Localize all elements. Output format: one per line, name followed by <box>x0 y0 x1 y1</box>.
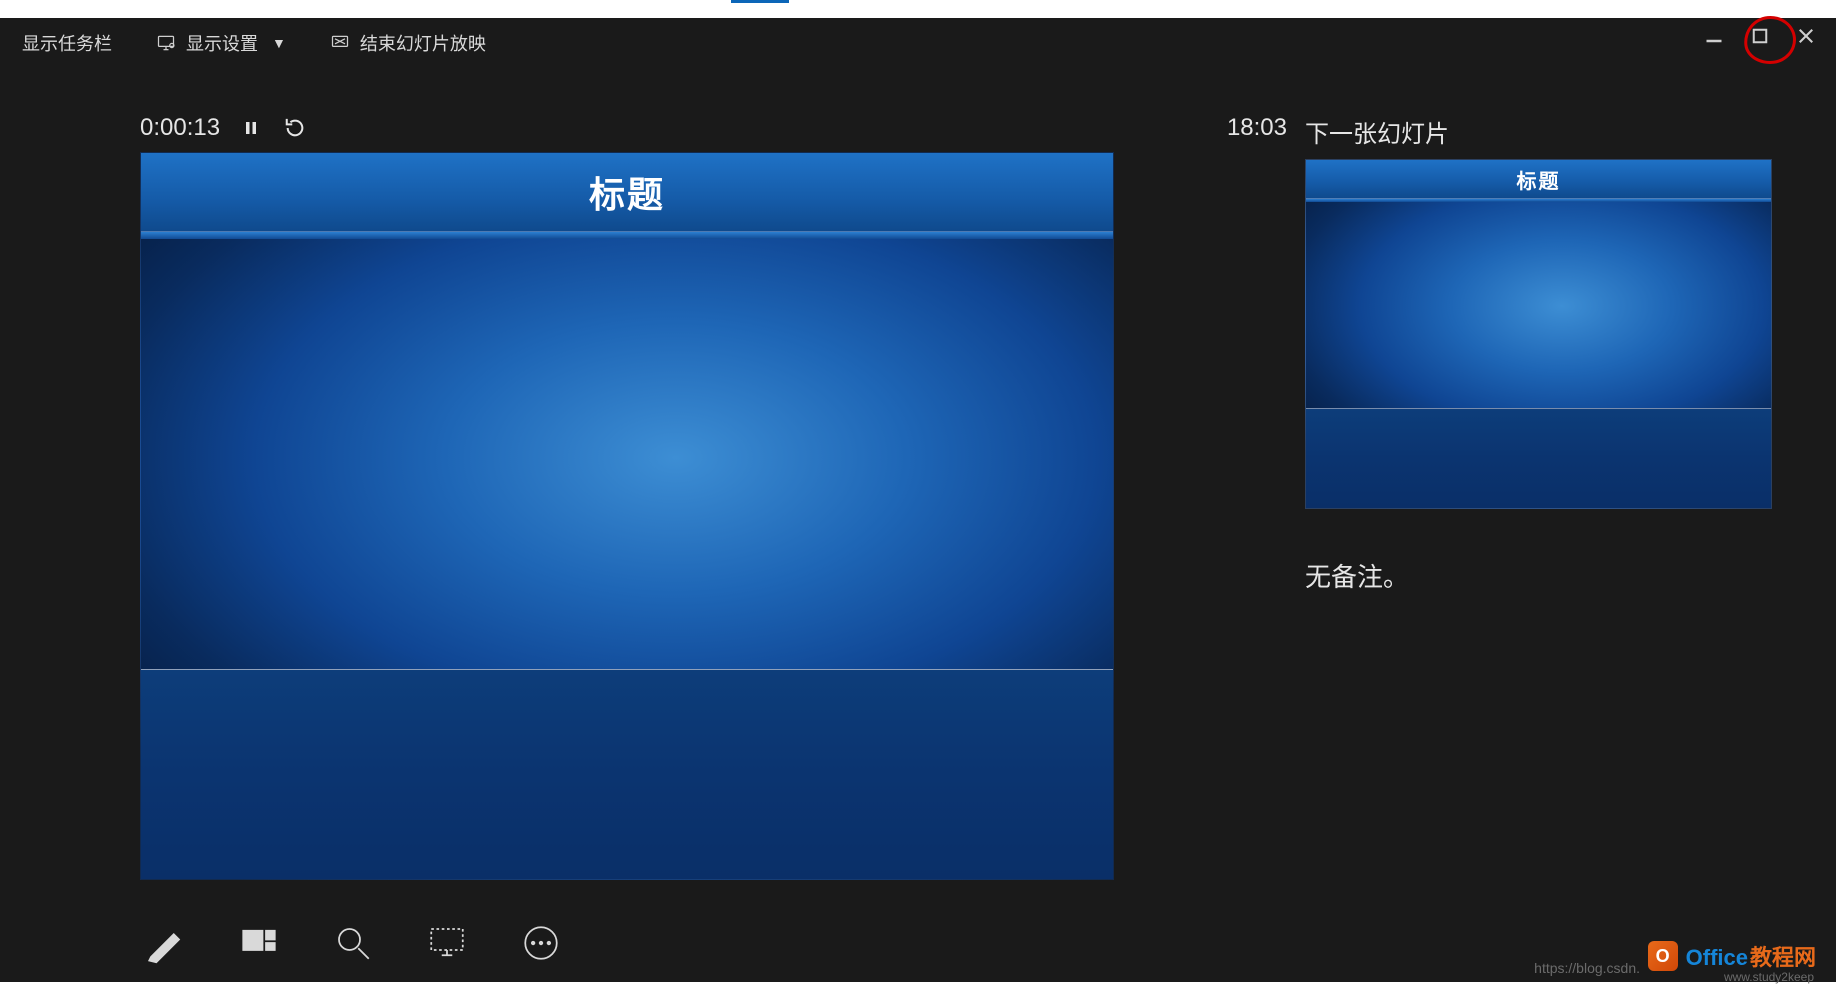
maximize-button[interactable] <box>1750 26 1770 46</box>
pause-icon <box>243 120 259 136</box>
show-taskbar-label: 显示任务栏 <box>22 30 112 56</box>
maximize-icon <box>1750 26 1770 46</box>
blog-url-fragment: https://blog.csdn. <box>1534 960 1640 976</box>
elapsed-time: 0:00:13 <box>140 114 220 142</box>
slide-body <box>141 239 1113 879</box>
presenter-tools <box>140 918 566 968</box>
display-settings-button[interactable]: 显示设置 ▼ <box>134 30 308 56</box>
end-show-icon <box>330 33 350 53</box>
restart-button[interactable] <box>282 115 308 141</box>
thumb-divider <box>1306 198 1771 202</box>
slide-grid-icon <box>238 922 280 964</box>
slide-divider <box>141 231 1113 239</box>
blackout-icon <box>426 922 468 964</box>
office-logo-icon: O <box>1648 941 1678 971</box>
display-settings-label: 显示设置 <box>186 30 258 56</box>
next-slide-label: 下一张幻灯片 <box>1305 114 1792 149</box>
end-slideshow-button[interactable]: 结束幻灯片放映 <box>308 30 508 56</box>
zoom-icon <box>332 922 374 964</box>
see-all-slides-button[interactable] <box>234 918 284 968</box>
browser-top-bar <box>0 0 1836 18</box>
current-slide[interactable]: 标题 <box>140 152 1114 880</box>
notes-text: 无备注。 <box>1305 557 1792 594</box>
pause-button[interactable] <box>238 115 264 141</box>
watermark: O Office教程网 <box>1648 940 1816 972</box>
chevron-down-icon: ▼ <box>272 35 286 51</box>
monitor-icon <box>156 33 176 53</box>
restart-icon <box>284 117 306 139</box>
presenter-view-app: 显示任务栏 显示设置 ▼ 结束幻灯片放映 0:00:13 <box>0 18 1836 982</box>
slide-lower-band <box>141 669 1113 879</box>
pen-icon <box>144 922 186 964</box>
timer-row: 0:00:13 18:03 <box>140 114 1305 142</box>
current-slide-title: 标题 <box>141 153 1113 231</box>
next-slide-thumbnail[interactable]: 标题 <box>1305 159 1772 509</box>
close-icon <box>1796 26 1816 46</box>
pen-tool-button[interactable] <box>140 918 190 968</box>
more-options-button[interactable] <box>516 918 566 968</box>
next-slide-title: 标题 <box>1306 160 1771 198</box>
minimize-button[interactable] <box>1704 26 1724 46</box>
watermark-suffix: 教程网 <box>1750 940 1816 972</box>
zoom-button[interactable] <box>328 918 378 968</box>
end-slideshow-label: 结束幻灯片放映 <box>360 30 486 56</box>
minimize-icon <box>1704 26 1724 46</box>
more-icon <box>520 922 562 964</box>
browser-accent <box>731 0 789 3</box>
current-time: 18:03 <box>1227 114 1305 142</box>
next-slide-panel: 下一张幻灯片 标题 无备注。 <box>1305 68 1836 982</box>
show-taskbar-button[interactable]: 显示任务栏 <box>0 30 134 56</box>
current-slide-panel: 0:00:13 18:03 标题 <box>0 68 1305 982</box>
top-toolbar: 显示任务栏 显示设置 ▼ 结束幻灯片放映 <box>0 18 1836 68</box>
close-button[interactable] <box>1796 26 1816 46</box>
blackout-button[interactable] <box>422 918 472 968</box>
main-area: 0:00:13 18:03 标题 <box>0 68 1836 982</box>
thumb-lower-band <box>1306 408 1771 508</box>
window-controls <box>1704 18 1830 54</box>
watermark-office: Office <box>1686 945 1748 971</box>
